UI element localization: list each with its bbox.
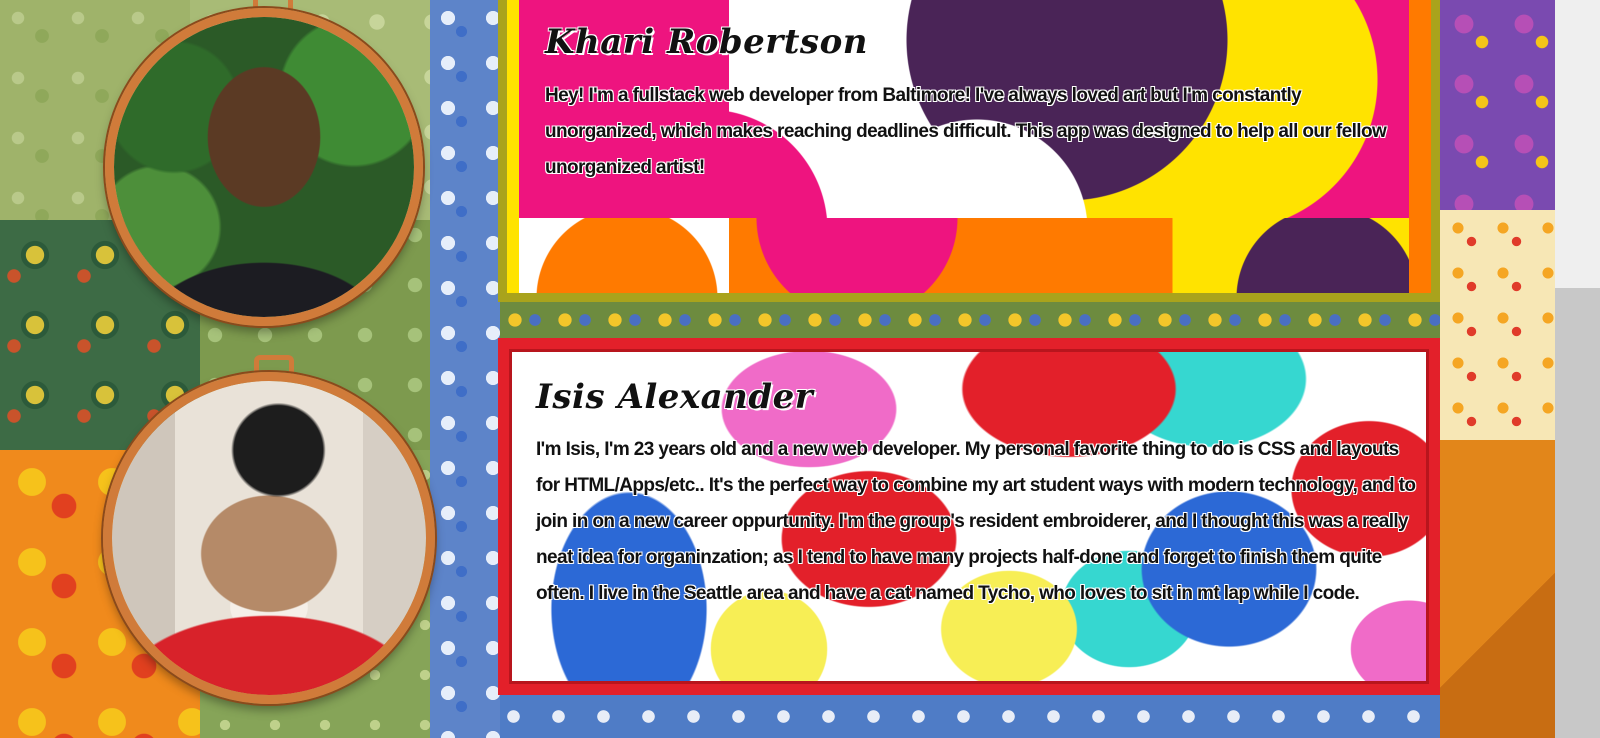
quilt-patch (1440, 0, 1555, 210)
card-pattern (507, 0, 519, 293)
quilt-patch (500, 300, 1440, 340)
member-name: Isis Alexander (536, 377, 814, 417)
quilt-patch (500, 695, 1440, 738)
khari-photo (114, 17, 414, 317)
scrollbar-thumb[interactable] (1555, 288, 1600, 738)
card-pattern (507, 218, 1431, 293)
bio-card-isis: Isis Alexander I'm Isis, I'm 23 years ol… (498, 338, 1440, 695)
quilt-patch (1440, 440, 1555, 738)
embroidery-hoop-khari (105, 8, 423, 326)
member-bio: I'm Isis, I'm 23 years old and a new web… (536, 439, 1416, 604)
member-bio: Hey! I'm a fullstack web developer from … (545, 85, 1387, 178)
bio-card-khari: Khari Robertson Hey! I'm a fullstack web… (498, 0, 1440, 302)
member-name: Khari Robertson (545, 22, 868, 62)
quilt-patch (430, 0, 500, 738)
embroidery-hoop-isis (103, 372, 435, 704)
quilt-patch (1440, 210, 1555, 440)
isis-photo (112, 381, 426, 695)
